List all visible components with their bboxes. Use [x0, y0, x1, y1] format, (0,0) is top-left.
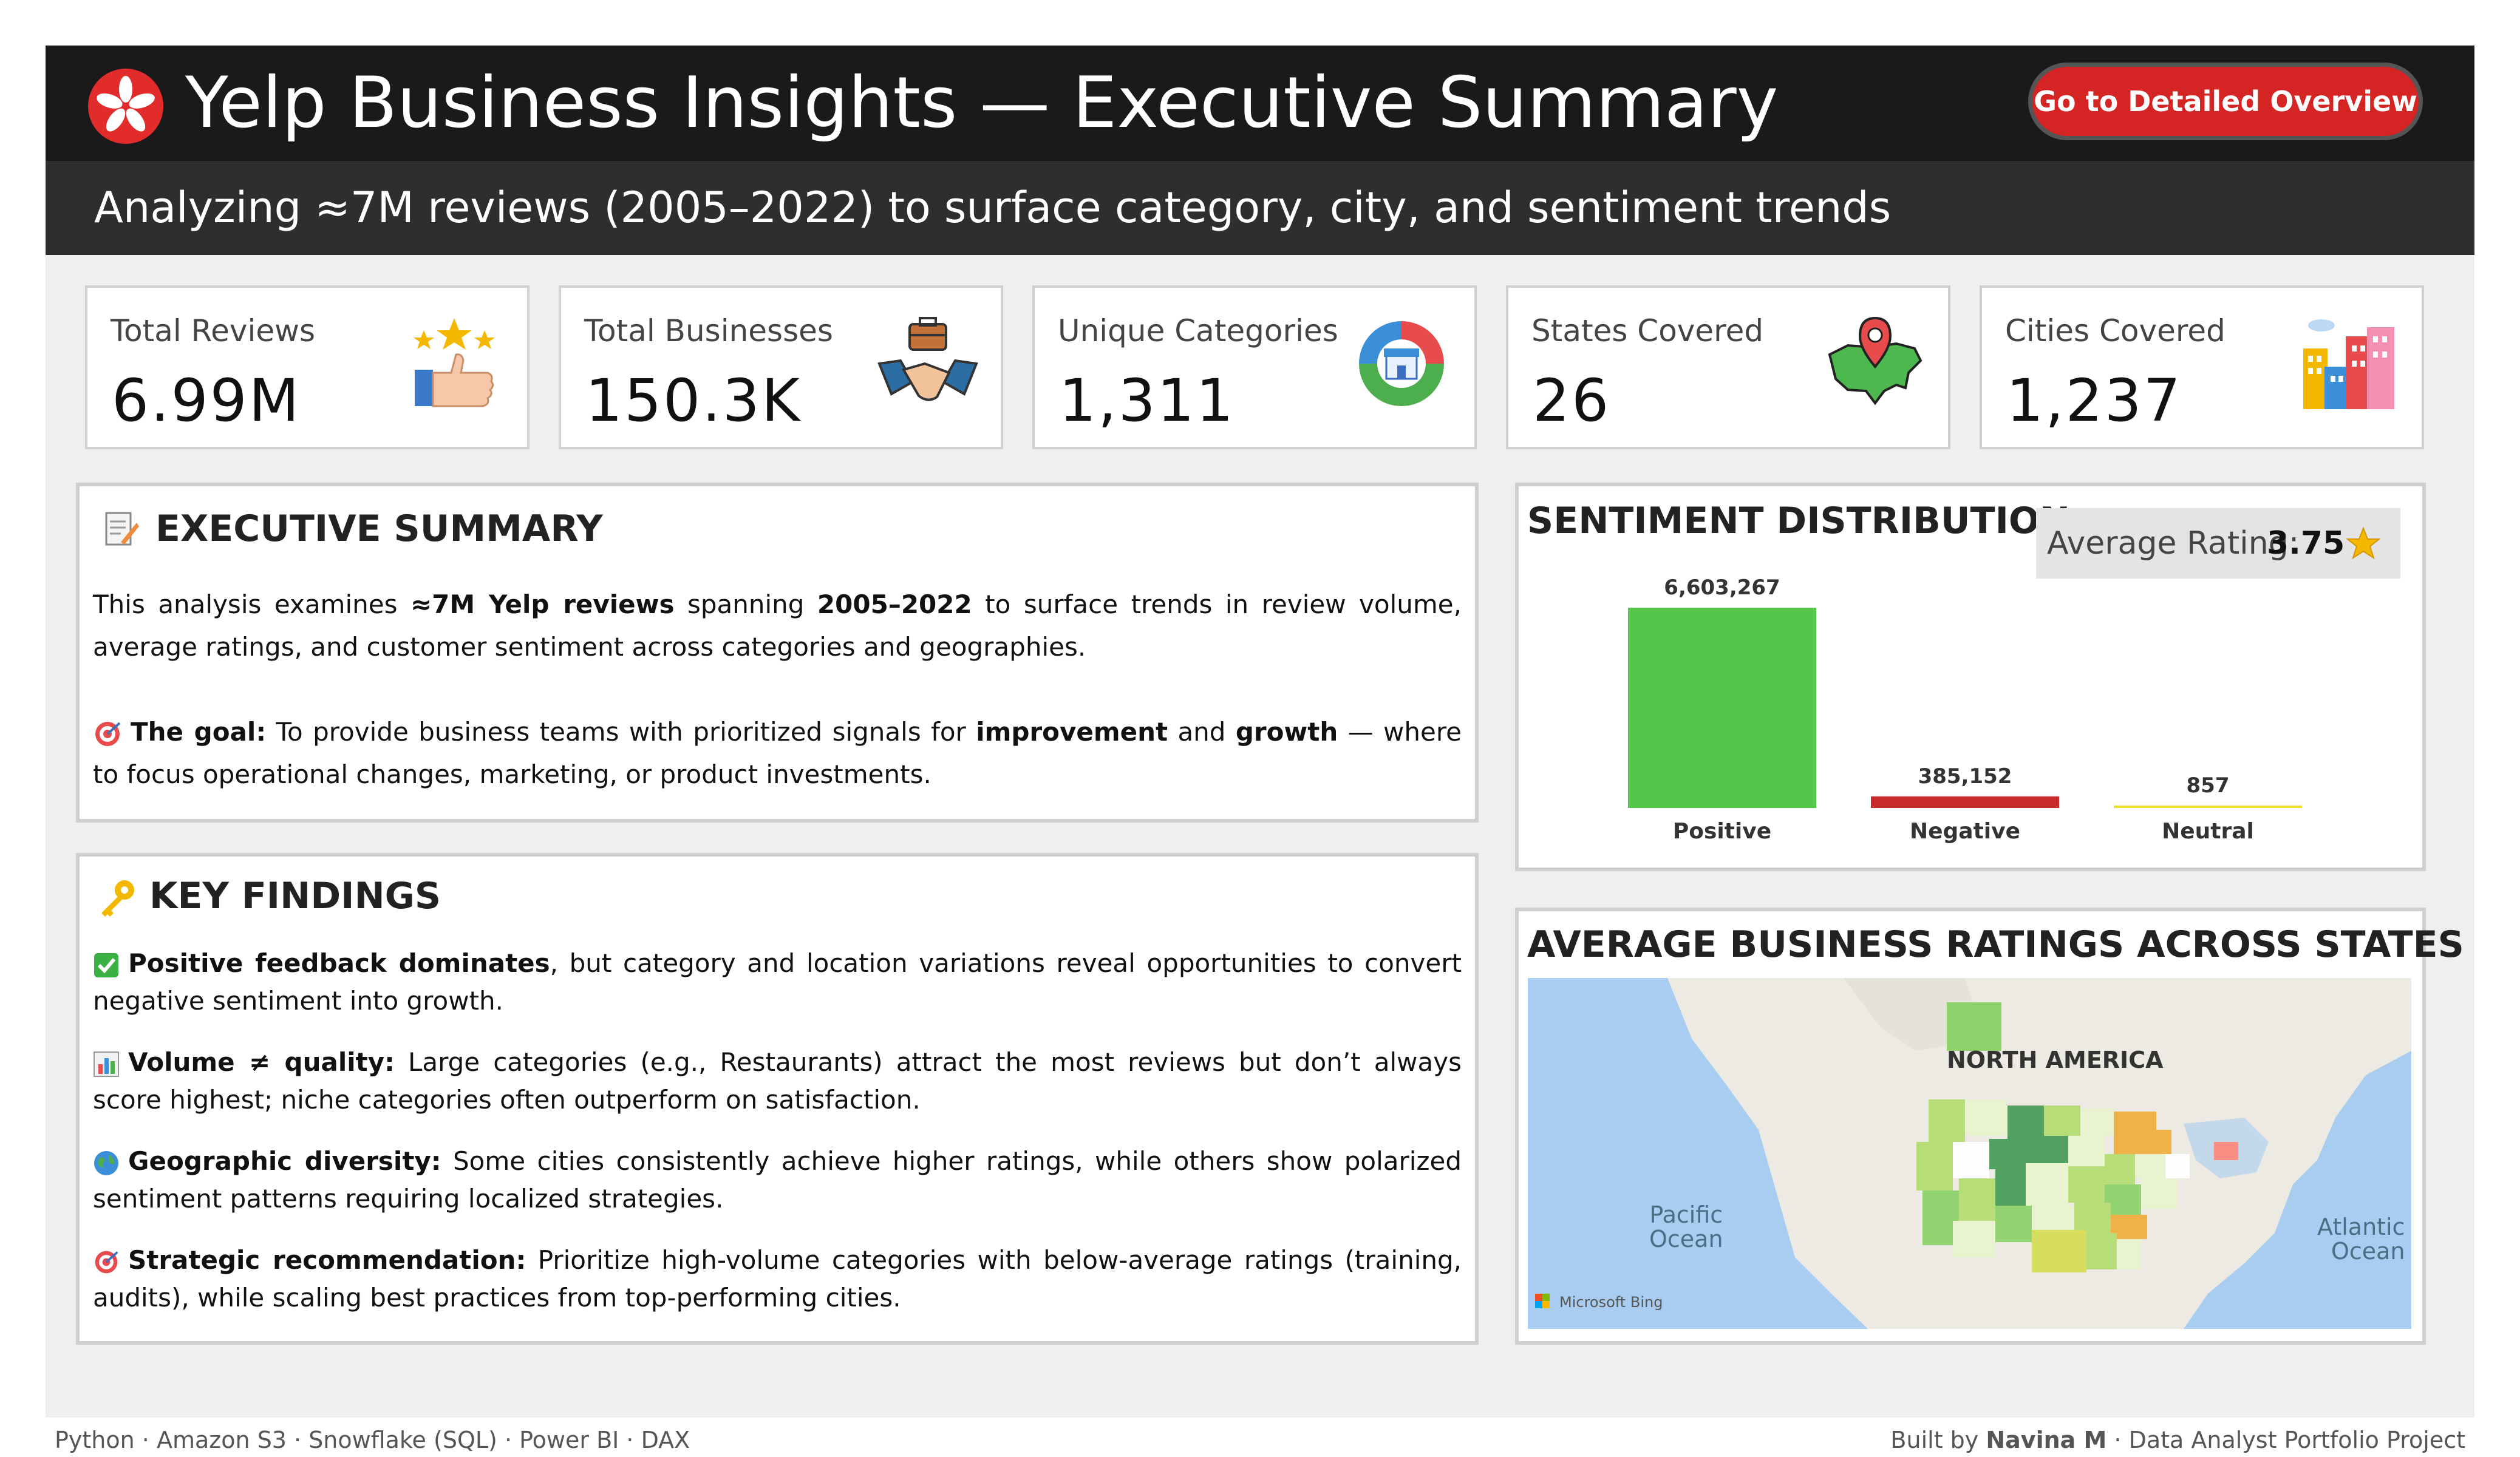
summary-paragraph: This analysis examines ≈7M Yelp reviews …	[93, 583, 1462, 668]
kpi-label: Cities Covered	[2005, 313, 2225, 348]
finding-bold: Volume ≠ quality:	[128, 1047, 395, 1077]
bar-chart-icon	[94, 1051, 119, 1077]
goal-label: The goal:	[131, 717, 267, 747]
kpi-card-states-covered: States Covered 26	[1506, 285, 1950, 449]
kpi-card-unique-categories: Unique Categories 1,311	[1032, 285, 1477, 449]
check-icon	[94, 953, 118, 977]
bar-category-label: Neutral	[2162, 819, 2254, 844]
bar-neutral[interactable]	[2114, 806, 2302, 808]
sentiment-distribution-panel: SENTIMENT DISTRIBUTION Average Rating: 3…	[1515, 483, 2426, 871]
goal-text: and	[1168, 717, 1236, 747]
finding-item: Volume ≠ quality: Large categories (e.g.…	[93, 1044, 1462, 1119]
bar-positive[interactable]	[1628, 608, 1816, 808]
bar-value-label: 6,603,267	[1664, 576, 1780, 600]
goal-text: To provide business teams with prioritiz…	[266, 717, 976, 747]
sentiment-bar-chart: 6,603,267 Positive 385,152 Negative 857 Neutr…	[1628, 576, 2302, 844]
kpi-label: States Covered	[1531, 313, 1764, 348]
kpi-card-total-reviews: Total Reviews 6.99M	[85, 285, 530, 449]
summary-bold: ≈7M Yelp reviews	[410, 589, 675, 619]
map-continent-label: NORTH AMERICA	[1947, 1047, 2164, 1073]
map-land	[1535, 978, 2411, 1329]
bar-negative[interactable]	[1871, 796, 2059, 808]
dashboard-frame: Yelp Business Insights — Executive Summa…	[46, 46, 2474, 1453]
kpi-value: 150.3K	[585, 367, 802, 435]
kpi-card-total-businesses: Total Businesses 150.3K	[559, 285, 1003, 449]
thumbs-up-stars-icon	[414, 318, 495, 407]
page-title: Yelp Business Insights — Executive Summa…	[185, 62, 1779, 144]
finding-item: Strategic recommendation: Prioritize hig…	[93, 1241, 1462, 1317]
memo-pencil-icon	[105, 512, 139, 546]
handshake-briefcase-icon	[877, 317, 978, 401]
executive-summary-title: EXECUTIVE SUMMARY	[155, 508, 603, 550]
executive-summary-panel: EXECUTIVE SUMMARY This analysis examines…	[76, 483, 1479, 823]
header-bar: Yelp Business Insights — Executive Summa…	[46, 46, 2474, 161]
page-subtitle: Analyzing ≈7M reviews (2005–2022) to sur…	[94, 183, 1892, 233]
kpi-value: 1,237	[2006, 367, 2182, 435]
kpi-label: Total Reviews	[111, 313, 316, 348]
map-title: AVERAGE BUSINESS RATINGS ACROSS STATES	[1527, 923, 2464, 966]
yelp-logo-icon	[88, 69, 163, 144]
kpi-label: Unique Categories	[1058, 313, 1338, 348]
finding-bold: Geographic diversity:	[128, 1146, 441, 1176]
kpi-card-cities-covered: Cities Covered 1,237	[1980, 285, 2424, 449]
credit-prefix: Built by	[1890, 1427, 1986, 1453]
kpi-value: 1,311	[1059, 367, 1235, 435]
bar-value-label: 857	[2187, 773, 2230, 798]
goal-paragraph: The goal: To provide business teams with…	[93, 711, 1462, 796]
category-store-ring-icon	[1359, 321, 1444, 406]
city-buildings-icon	[2303, 319, 2394, 409]
subtitle-bar: Analyzing ≈7M reviews (2005–2022) to sur…	[46, 161, 2474, 255]
go-to-detailed-overview-button[interactable]: Go to Detailed Overview	[2028, 63, 2423, 140]
tech-stack-footer: Python · Amazon S3 · Snowflake (SQL) · P…	[55, 1427, 690, 1453]
bar-category-label: Positive	[1673, 819, 1771, 844]
target-icon	[95, 721, 121, 746]
finding-item: Positive feedback dominates, but categor…	[93, 945, 1462, 1020]
globe-icon	[94, 1150, 118, 1175]
credit-footer: Built by Navina M · Data Analyst Portfol…	[1890, 1427, 2465, 1453]
map-attribution: Microsoft Bing	[1559, 1294, 1663, 1311]
key-findings-title: KEY FINDINGS	[149, 875, 441, 917]
map-ocean-label-pacific: Pacific Ocean	[1649, 1201, 1723, 1252]
summary-bold: 2005–2022	[817, 589, 972, 619]
summary-text: This analysis examines	[93, 589, 410, 619]
key-icon	[101, 880, 134, 917]
kpi-value: 26	[1533, 367, 1611, 435]
credit-name: Navina M	[1986, 1427, 2107, 1453]
kpi-value: 6.99M	[112, 367, 301, 435]
states-rating-map[interactable]: NORTH AMERICA Pacific Ocean Atlantic Oce…	[1528, 978, 2411, 1329]
credit-suffix: · Data Analyst Portfolio Project	[2106, 1427, 2465, 1453]
goal-bold: growth	[1235, 717, 1338, 747]
ratings-map-panel: AVERAGE BUSINESS RATINGS ACROSS STATES N…	[1515, 908, 2464, 1345]
kpi-label: Total Businesses	[584, 313, 833, 348]
finding-bold: Strategic recommendation:	[128, 1245, 526, 1275]
goal-bold: improvement	[976, 717, 1168, 747]
finding-bold: Positive feedback dominates	[128, 948, 550, 978]
key-findings-panel: KEY FINDINGS Positive feedback dominates…	[76, 853, 1479, 1345]
bar-category-label: Negative	[1910, 819, 2020, 844]
finding-item: Geographic diversity: Some cities consis…	[93, 1143, 1462, 1218]
bar-value-label: 385,152	[1918, 764, 2012, 789]
summary-text: spanning	[674, 589, 817, 619]
usa-map-pin-icon	[1828, 316, 1922, 406]
target-icon	[95, 1251, 118, 1273]
map-ocean-label-atlantic: Atlantic Ocean	[2317, 1214, 2405, 1265]
